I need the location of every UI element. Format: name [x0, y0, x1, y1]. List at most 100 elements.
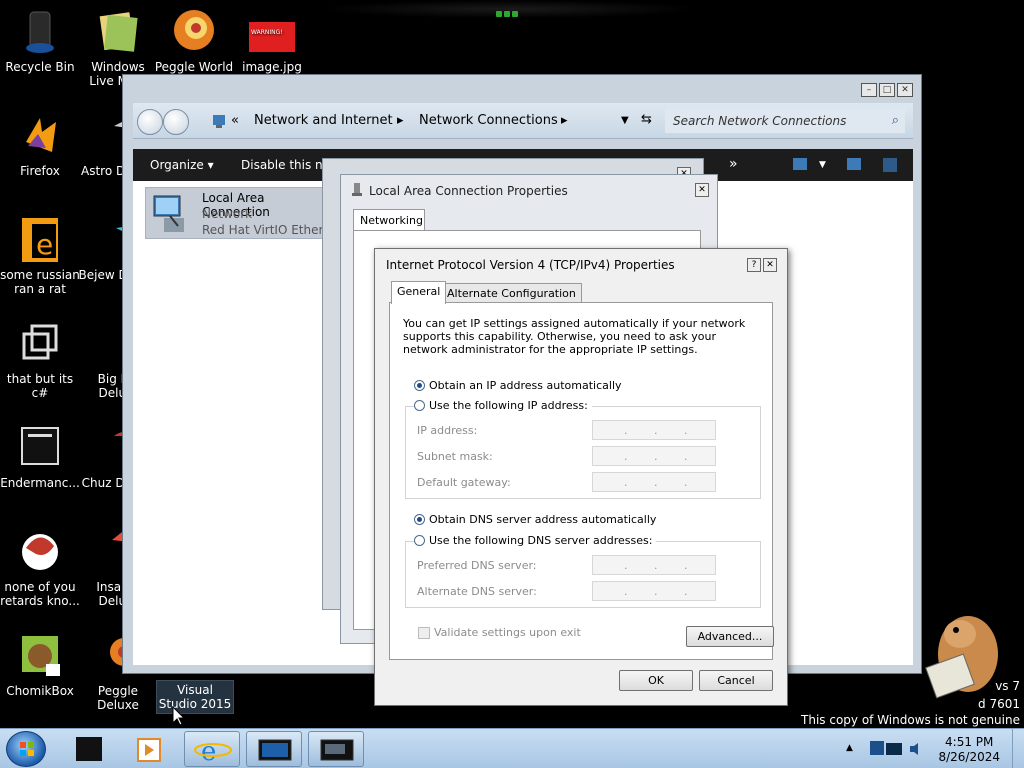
breadcrumb-overflow[interactable]: «	[231, 113, 239, 128]
windows-logo-icon	[20, 742, 34, 756]
radio-use-following-dns[interactable]: Use the following DNS server addresses:	[414, 534, 657, 547]
help-button[interactable]: ?	[747, 258, 761, 272]
radio-selected-icon	[414, 380, 425, 391]
search-icon[interactable]: ⌕	[892, 113, 899, 128]
subnet-mask-label: Subnet mask:	[417, 450, 493, 463]
desktop-icon-label: ChomikBox	[6, 684, 74, 698]
radio-obtain-dns-auto[interactable]: Obtain DNS server address automatically	[414, 513, 661, 526]
chomikbox-icon	[16, 632, 64, 680]
taskbar-button-internet-explorer[interactable]: e	[184, 731, 240, 767]
forward-button[interactable]	[163, 109, 189, 135]
desktop-icon-endermanc[interactable]: Endermanc...	[0, 424, 80, 490]
desktop-icon-recycle-bin[interactable]: Recycle Bin	[0, 8, 80, 74]
radio-use-following-ip[interactable]: Use the following IP address:	[414, 399, 592, 412]
preferred-dns-field[interactable]: ...	[592, 555, 716, 575]
search-placeholder: Search Network Connections	[673, 114, 847, 128]
network-adapter-icon	[150, 192, 194, 239]
start-button[interactable]	[6, 731, 46, 767]
validate-settings-checkbox[interactable]: Validate settings upon exit	[418, 626, 581, 639]
breadcrumb-network-and-internet[interactable]: Network and Internet	[254, 113, 393, 128]
desktop-icon-label: image.jpg	[242, 60, 302, 74]
static-ip-group: IP address: ... Subnet mask: ... Default…	[405, 406, 761, 499]
intro-text: You can get IP settings assigned automat…	[403, 317, 746, 356]
desktop-icon-label: Peggle World	[154, 60, 234, 74]
tray-volume-icon[interactable]	[908, 741, 924, 760]
terminal-window-icon	[16, 424, 64, 472]
show-hidden-icons-button[interactable]: ▲	[846, 743, 853, 753]
desktop-icon-label: some russian ran a rat	[0, 268, 80, 296]
taskbar-pinned-media-player[interactable]	[132, 733, 168, 765]
network-connections-icon	[320, 739, 354, 761]
address-bar: « Network and Internet ▸ Network Connect…	[133, 103, 913, 139]
desktop-icon-chomikbox[interactable]: ChomikBox	[0, 632, 80, 698]
list-item-local-area-connection[interactable]: Local Area Connection Network Red Hat Vi…	[145, 187, 338, 239]
internet-explorer-icon: e	[194, 737, 232, 767]
radio-label: Use the following DNS server addresses:	[429, 534, 653, 547]
desktop-icon-firefox[interactable]: Firefox	[0, 112, 80, 178]
tab-general[interactable]: General	[391, 281, 447, 304]
tab-networking[interactable]: Networking	[353, 209, 425, 231]
recycle-bin-icon	[16, 8, 64, 56]
disable-device-button[interactable]: Disable this net	[241, 158, 335, 172]
desktop-icon-label: Firefox	[20, 164, 60, 178]
desktop-icon-that-but-c[interactable]: that but its c#	[0, 320, 80, 400]
close-button[interactable]: ✕	[695, 183, 709, 197]
svg-text:e: e	[201, 737, 216, 767]
watermark-line1: vs 7	[995, 679, 1020, 693]
help-icon[interactable]	[883, 158, 897, 175]
clock-time: 4:51 PM	[945, 735, 994, 749]
taskbar-pinned-black-box[interactable]	[72, 733, 108, 765]
preview-pane-icon[interactable]	[847, 158, 861, 173]
view-dropdown-icon[interactable]: ▼	[819, 160, 826, 170]
back-button[interactable]	[137, 109, 163, 135]
close-button[interactable]: ✕	[763, 258, 777, 272]
desktop-icon-image-jpg[interactable]: WARNING! image.jpg	[232, 8, 312, 74]
advanced-button[interactable]: Advanced...	[686, 626, 774, 647]
clock[interactable]: 4:51 PM 8/26/2024	[938, 735, 1000, 765]
checkbox-label: Validate settings upon exit	[434, 626, 581, 639]
subnet-mask-field[interactable]: ...	[592, 446, 716, 466]
desktop-icon-label: that but its c#	[6, 372, 74, 400]
alternate-dns-label: Alternate DNS server:	[417, 585, 537, 598]
alternate-dns-field[interactable]: ...	[592, 581, 716, 601]
default-gateway-field[interactable]: ...	[592, 472, 716, 492]
clock-date: 8/26/2024	[938, 750, 1000, 764]
search-input[interactable]: Search Network Connections ⌕	[665, 109, 905, 133]
network-folder-icon	[211, 113, 227, 129]
taskbar-button-network-connections[interactable]	[308, 731, 364, 767]
show-desktop-button[interactable]	[1012, 729, 1024, 768]
tab-alternate-configuration[interactable]: Alternate Configuration	[441, 283, 582, 303]
close-button[interactable]: ✕	[897, 83, 913, 97]
dialog-title: Local Area Connection Properties	[369, 184, 568, 198]
change-view-icon[interactable]	[793, 158, 807, 173]
radio-obtain-ip-auto[interactable]: Obtain an IP address automatically	[414, 379, 626, 392]
preferred-dns-label: Preferred DNS server:	[417, 559, 537, 572]
desktop-icon-peggle-world[interactable]: Peggle World	[154, 8, 234, 74]
cancel-button[interactable]: Cancel	[699, 670, 773, 691]
more-commands-button[interactable]: »	[729, 156, 738, 172]
tray-network-icon[interactable]	[868, 737, 908, 764]
taskbar: e ▲ 4:51 PM 8/26/2024	[0, 728, 1024, 768]
radio-label: Obtain an IP address automatically	[429, 379, 622, 392]
default-gateway-label: Default gateway:	[417, 476, 511, 489]
desktop-icon-none-of-you[interactable]: none of you retards kno...	[0, 528, 80, 608]
taskbar-button-window-1[interactable]	[246, 731, 302, 767]
checkbox-box	[418, 626, 430, 639]
dialog-title: Internet Protocol Version 4 (TCP/IPv4) P…	[386, 258, 675, 272]
general-panel: You can get IP settings assigned automat…	[389, 302, 774, 660]
organize-button[interactable]: Organize ▾	[150, 158, 214, 172]
watermark-genuine-notice: This copy of Windows is not genuine	[801, 713, 1020, 727]
refresh-icon[interactable]: ⇆	[641, 112, 652, 127]
network-icon	[351, 183, 363, 197]
breadcrumb-network-connections[interactable]: Network Connections	[419, 113, 558, 128]
static-dns-group: Preferred DNS server: ... Alternate DNS …	[405, 541, 761, 608]
desktop-icon-some-russian[interactable]: e some russian ran a rat	[0, 216, 80, 296]
svg-text:e: e	[36, 228, 53, 261]
radio-selected-icon	[414, 514, 425, 525]
ip-address-field[interactable]: ...	[592, 420, 716, 440]
radio-label: Obtain DNS server address automatically	[429, 513, 657, 526]
address-dropdown-icon[interactable]: ▼	[621, 115, 629, 126]
maximize-button[interactable]: □	[879, 83, 895, 97]
minimize-button[interactable]: –	[861, 83, 877, 97]
ok-button[interactable]: OK	[619, 670, 693, 691]
